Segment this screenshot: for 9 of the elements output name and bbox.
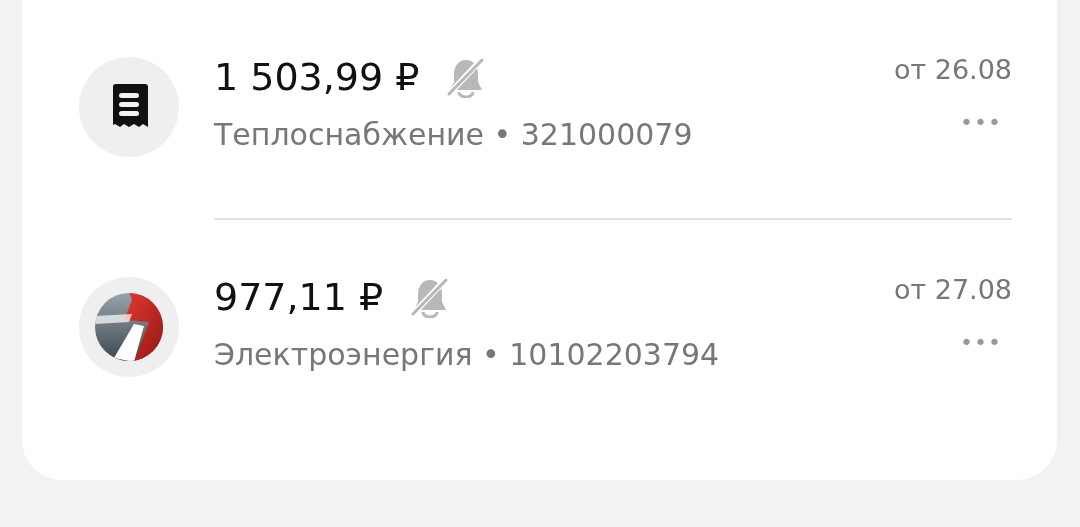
more-button[interactable]: ••• [960,330,1002,355]
bill-date: от 27.08 [893,274,1012,305]
bill-date: от 26.08 [893,54,1012,85]
more-button[interactable]: ••• [960,110,1002,135]
logo-icon [94,292,164,362]
bill-details: Теплоснабжение • 321000079 [214,117,694,152]
bill-amount: 977,11 ₽ [214,275,384,319]
bill-details: Электроэнергия • 10102203794 [214,337,721,372]
bill-amount: 1 503,99 ₽ [214,55,420,99]
